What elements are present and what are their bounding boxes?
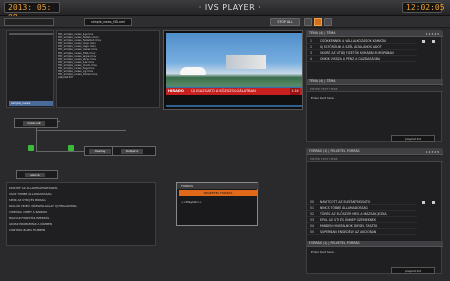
buildings: [226, 55, 266, 69]
source-panel: FORRÁS (1) | FELVETEL FORRÁS 1 2 3 4 5 E…: [306, 148, 443, 274]
row-text: TÖRÉS AZ ELŐSZÖR MEG A MÁZSÁK JEZKA: [320, 212, 387, 216]
panel-subtitle: TÉMA (4) | TÉMA: [309, 79, 336, 83]
preview-image: HIRADO ÚJ IGAZGATÓ A KÖZSZOLGÁLATBAN 1:1…: [166, 33, 302, 107]
row-text: NAVITCOTT AZ ELEFÁNTMOSATÓ: [320, 200, 371, 204]
node-label: Output A: [121, 149, 143, 154]
popup-item[interactable]: <<Playlist>>: [181, 199, 255, 205]
playlist-field[interactable]: playlist.txt: [391, 267, 435, 274]
enter-text-label: ENTER TEXT HERE: [307, 86, 443, 92]
file-list[interactable]: HD_simple_news_bg.mov HD_simple_news_fad…: [56, 30, 160, 108]
checkbox-icon[interactable]: [422, 40, 425, 43]
panel-title: FORRÁS (1) | FELVETEL FORRÁS: [309, 149, 360, 153]
enter-text-label: ENTER TEXT HERE: [307, 156, 443, 162]
node-label: Overlay: [89, 149, 111, 154]
checkbox-icon[interactable]: [422, 201, 425, 204]
panel-subtitle: FORRÁS (1) | FELVETEL FORRÁS: [309, 241, 360, 245]
source-list[interactable]: 50 NAVITCOTT AZ ELEFÁNTMOSATÓ 51 NINCS TÖB…: [307, 199, 417, 239]
row-toggles[interactable]: [419, 199, 441, 239]
row-toggles[interactable]: [419, 38, 441, 68]
row-text: SUPERBAN ENGEDÉLY AZ AKCIÓBAN: [320, 230, 377, 234]
node-output[interactable]: Output A: [112, 146, 156, 156]
toolbar: simple_news_HD.xml STOP ALL: [0, 16, 450, 28]
settings-icon[interactable]: [324, 18, 332, 26]
news-banner: HIRADO ÚJ IGAZGATÓ A KÖZSZOLGÁLATBAN: [166, 88, 302, 95]
app-title: · IVS PLAYER ·: [198, 3, 262, 12]
row-text: SKORÉ AZ ÚTDÍJ FIZETŐK KORÁBBI EURÓPÁBAN: [320, 51, 394, 55]
node-source[interactable]: source: [16, 170, 58, 179]
stop-all-button[interactable]: STOP ALL: [270, 18, 300, 26]
checkbox-icon[interactable]: [432, 40, 435, 43]
row-text: CSÖKKENNEK A VÁLLALKOZÁSOK KAMATAI: [320, 39, 386, 43]
playlist-field[interactable]: playlist.txt: [391, 135, 435, 142]
panel-subheader: FORRÁS (1) | FELVETEL FORRÁS: [307, 241, 443, 247]
text-input[interactable]: Enter text here.: [311, 95, 439, 101]
connector-line: [36, 130, 126, 131]
clip-list[interactable]: KRISTÓF AZ ÁLLAMHÁZTARTÁSRÓL VÁCZ TOMBE …: [6, 182, 156, 246]
banner-text: ÚJ IGAZGATÓ A KÖZSZOLGÁLATBAN: [191, 89, 256, 93]
record-icon[interactable]: [314, 18, 322, 26]
row-text: NINCS TÖBBÉ ÁLLAMADÓSSÁG: [320, 206, 368, 210]
text-input[interactable]: Enter text here.: [311, 249, 439, 255]
grid-icon[interactable]: [304, 18, 312, 26]
page-counter[interactable]: 1 2 3 4 5: [417, 31, 439, 37]
row-number: 4: [310, 57, 312, 61]
list-item[interactable]: CONTROL BUZIS FILMBEN: [9, 227, 155, 233]
row-number: 55: [310, 230, 314, 234]
list-item[interactable]: playlist.txt: [58, 76, 160, 79]
folder-tree[interactable]: simple_news: [6, 30, 54, 108]
list-item[interactable]: 4 ONKIK VISSZA A PÉNZ A GAZDASÁGBA: [307, 56, 417, 62]
list-item[interactable]: 55 SUPERBAN ENGEDÉLY AZ AKCIÓBAN: [307, 229, 417, 235]
checkbox-icon[interactable]: [432, 201, 435, 204]
clock-display: 12:02:05: [402, 2, 445, 13]
folder-combo[interactable]: [4, 18, 54, 26]
video-preview[interactable]: HIRADO ÚJ IGAZGATÓ A KÖZSZOLGÁLATBAN 1:1…: [163, 30, 303, 110]
row-text: ÚJ ELTÖRÖLNI A SZÉL ÁLTALÁNOS ADÓT: [320, 45, 382, 49]
row-text: EPUL AZ ÚTI ÉS ÜNNEP ÜZEMEKNEK: [320, 218, 376, 222]
banner-tag: 1:16: [290, 88, 300, 95]
panel-subheader: TÉMA (4) | TÉMA: [307, 79, 443, 85]
node-player[interactable]: mixer.out: [14, 118, 58, 128]
topic-list[interactable]: 1 CSÖKKENNEK A VÁLLALKOZÁSOK KAMATAI 2 ÚJ …: [307, 38, 417, 68]
page-counter[interactable]: 1 2 3 4 5: [417, 149, 439, 155]
popup-header: FORRÁS: [177, 183, 259, 189]
topic-panel: TÉMA (4) | TÉMA 1 2 3 4 5 1 CSÖKKENNEK A …: [306, 30, 443, 142]
popup-selected-item[interactable]: SEGÉDTEL FORRÁS: [179, 190, 257, 196]
banner-logo: HIRADO: [168, 89, 184, 93]
status-led-icon: [68, 145, 74, 151]
selected-folder[interactable]: simple_news: [9, 101, 53, 106]
opera-house: [180, 67, 206, 75]
row-text: ONKIK VISSZA A PÉNZ A GAZDASÁGBA: [320, 57, 381, 61]
title-bar: 2013: 05: 08 · IVS PLAYER · 12:02:05: [0, 0, 450, 22]
node-label: mixer.out: [23, 121, 45, 126]
date-display: 2013: 05: 08: [4, 2, 60, 22]
row-text: MINDEN HIVATALNOK DIESEL TASZTA: [320, 224, 378, 228]
node-label: source: [25, 173, 45, 177]
tree-line: [9, 33, 53, 35]
panel-title: TÉMA (4) | TÉMA: [309, 31, 336, 35]
source-popup[interactable]: FORRÁS SEGÉDTEL FORRÁS <<Playlist>>: [176, 182, 259, 226]
file-name-field[interactable]: simple_news_HD.xml: [84, 18, 132, 26]
ticker-strip: [166, 95, 302, 105]
status-led-icon: [28, 145, 34, 151]
